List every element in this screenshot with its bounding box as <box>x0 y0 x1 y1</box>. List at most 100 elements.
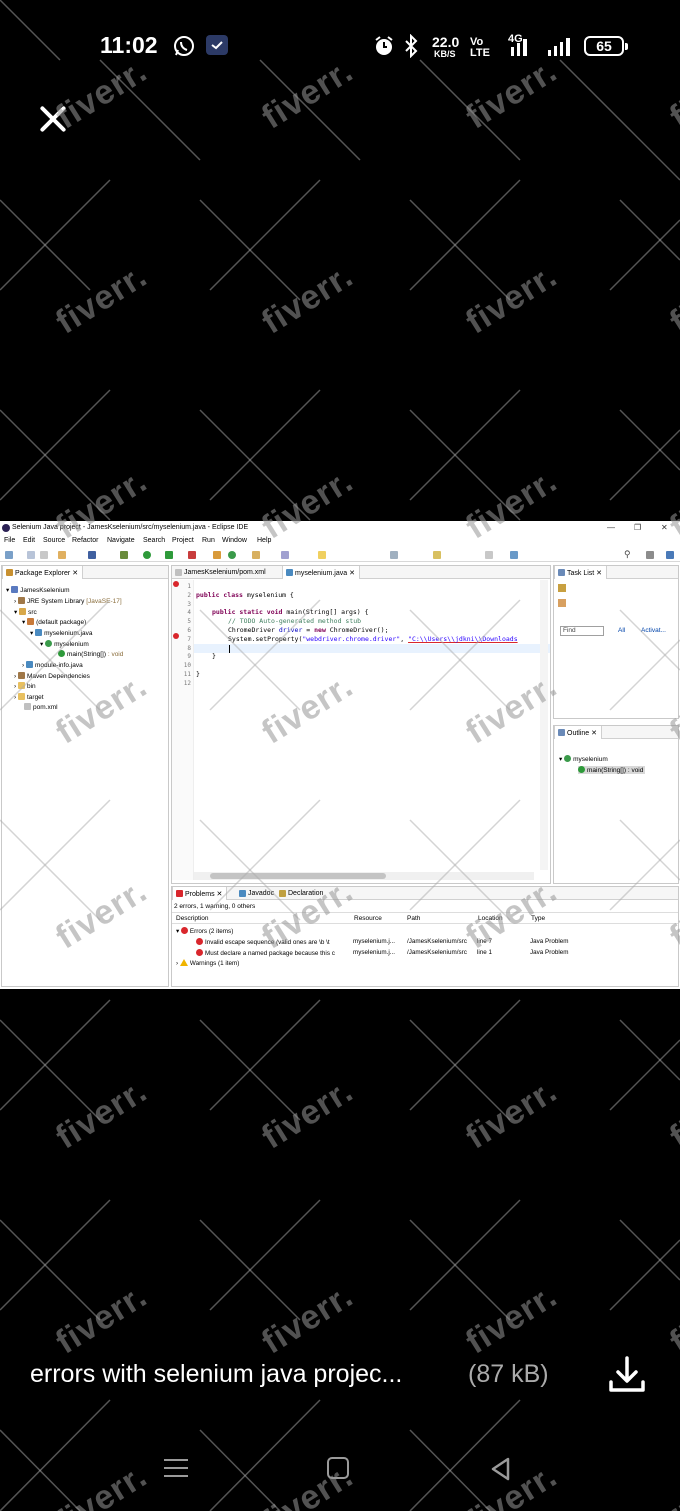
tree-label: myselenium <box>54 641 89 648</box>
error-icon <box>196 949 203 956</box>
attachment-filename: errors with selenium java projec... <box>30 1360 403 1388</box>
tree-item-default-package: ▾ (default package) <box>22 618 87 626</box>
package-explorer-tabbar: Package Explorer ✕ <box>2 566 168 579</box>
line-number: 6 <box>187 627 191 634</box>
tree-label: pom.xml <box>33 704 58 711</box>
menu-file: File <box>4 537 16 544</box>
line-number: 3 <box>187 601 191 608</box>
problem-type: Java Problem <box>530 949 569 956</box>
tab-problems: Problems ✕ <box>172 887 228 900</box>
watermark-text: fiverr. <box>459 256 564 342</box>
package-explorer-panel: Package Explorer ✕ ▾ JamesKselenium › JR… <box>1 565 169 987</box>
eclipse-menu-bar: File Edit Source Refactor Navigate Searc… <box>0 536 680 547</box>
tab-problems-label: Problems <box>185 891 215 898</box>
editor-panel: JamesKselenium/pom.xml myselenium.java ✕… <box>171 565 551 884</box>
tree-item-target: › target <box>14 693 44 701</box>
tree-item-jre: › JRE System Library [JavaSE-17] <box>14 597 122 605</box>
tab-declaration-label: Declaration <box>288 890 324 897</box>
tab-outline: Outline ✕ <box>554 726 602 739</box>
volte-bottom: LTE <box>470 47 490 59</box>
watermark-text: fiverr. <box>255 1276 360 1362</box>
line-number: 4 <box>187 609 191 616</box>
tab-javadoc: Javadoc <box>236 887 278 900</box>
problems-panel: Problems ✕ Javadoc Declaration 2 errors,… <box>171 886 679 987</box>
battery-icon: 65 <box>584 36 628 56</box>
problem-location: line 7 <box>477 938 493 945</box>
new-java-icon <box>228 551 236 559</box>
bluetooth-icon <box>402 33 420 63</box>
horizontal-scrollbar <box>194 872 534 880</box>
tree-extra: [JavaSE-17] <box>86 598 122 605</box>
tree-item-class: ▾ myselenium <box>40 640 89 648</box>
menu-run: Run <box>202 537 215 544</box>
search-tool-icon <box>281 551 289 559</box>
code-text: ChromeDriver(); <box>325 626 389 634</box>
code-text: main(String[] args) { <box>282 608 369 616</box>
code-text: = <box>302 626 315 634</box>
package-icon <box>27 618 35 625</box>
print-icon <box>40 551 48 559</box>
watermark-text: fiverr. <box>255 1071 360 1157</box>
tree-item-main-method: main(String[]) : void <box>58 650 123 658</box>
next-annotation-icon <box>390 551 398 559</box>
problem-row: Invalid escape sequence (valid ones are … <box>172 937 678 947</box>
text-cursor <box>229 645 230 653</box>
problem-resource: myselenium.j... <box>353 949 395 956</box>
col-description: Description <box>176 915 209 922</box>
tab-outline-label: Outline <box>567 730 590 737</box>
open-type-icon <box>252 551 260 559</box>
problem-location: line 1 <box>477 949 493 956</box>
error-icon <box>180 927 188 934</box>
watermark-text: fiverr. <box>663 51 680 137</box>
problem-path: /JamesKselenium/src <box>407 949 467 956</box>
xml-file-icon <box>175 569 182 576</box>
tree-item-java-file: ▾ myselenium.java <box>30 629 93 637</box>
class-icon <box>564 755 572 762</box>
line-number: 9 <box>187 653 191 660</box>
tab-package-explorer: Package Explorer ✕ <box>2 566 84 579</box>
library-icon <box>17 597 25 604</box>
save-icon <box>27 551 35 559</box>
tree-label: main(String[]) <box>587 767 627 774</box>
tree-item-module-info: › module-info.java <box>22 661 83 669</box>
problem-type: Java Problem <box>530 938 569 945</box>
folder-icon <box>17 693 25 700</box>
task-all-label: All <box>618 627 626 634</box>
notification-icon <box>206 35 228 55</box>
maximize-icon: ❐ <box>634 523 642 532</box>
method-icon <box>58 650 65 657</box>
debug-icon <box>120 551 128 559</box>
code-string: "webdriver.chrome.driver" <box>302 635 401 643</box>
problems-icon <box>176 890 183 897</box>
eclipse-logo-icon <box>2 524 10 532</box>
tree-item-project: ▾ JamesKselenium <box>6 586 70 594</box>
code-line-5: // TODO Auto-generated method stub <box>228 617 362 625</box>
attachment-size: (87 kB) <box>468 1360 549 1388</box>
tree-item-maven: › Maven Dependencies <box>14 672 90 680</box>
tree-label: Maven Dependencies <box>26 673 90 680</box>
menu-navigate: Navigate <box>107 537 135 544</box>
watermark-text: fiverr. <box>255 256 360 342</box>
code-line-2: public class myselenium { <box>196 591 294 599</box>
new-icon <box>5 551 13 559</box>
outline-tabbar: Outline ✕ <box>554 726 678 739</box>
nav-back-button[interactable] <box>488 1456 514 1482</box>
code-line-7: System.setProperty("webdriver.chrome.dri… <box>228 635 518 643</box>
tab-java-label: myselenium.java <box>295 570 348 577</box>
nav-recents-button[interactable] <box>164 1457 188 1479</box>
nav-home-button[interactable] <box>327 1457 349 1479</box>
line-number: 2 <box>187 592 191 599</box>
menu-source: Source <box>43 537 66 544</box>
line-number: 10 <box>183 662 191 669</box>
col-type: Type <box>531 915 546 922</box>
folder-icon <box>17 682 25 689</box>
line-number: 8 <box>187 645 191 652</box>
tree-item-bin: › bin <box>14 682 36 690</box>
close-button[interactable] <box>34 100 72 138</box>
menu-edit: Edit <box>23 537 36 544</box>
menu-help: Help <box>257 537 272 544</box>
attachment-image: Selenium Java project - JamesKselenium/s… <box>0 521 680 989</box>
library-icon <box>17 672 25 679</box>
download-button[interactable] <box>606 1354 648 1396</box>
tree-label: target <box>26 694 44 701</box>
